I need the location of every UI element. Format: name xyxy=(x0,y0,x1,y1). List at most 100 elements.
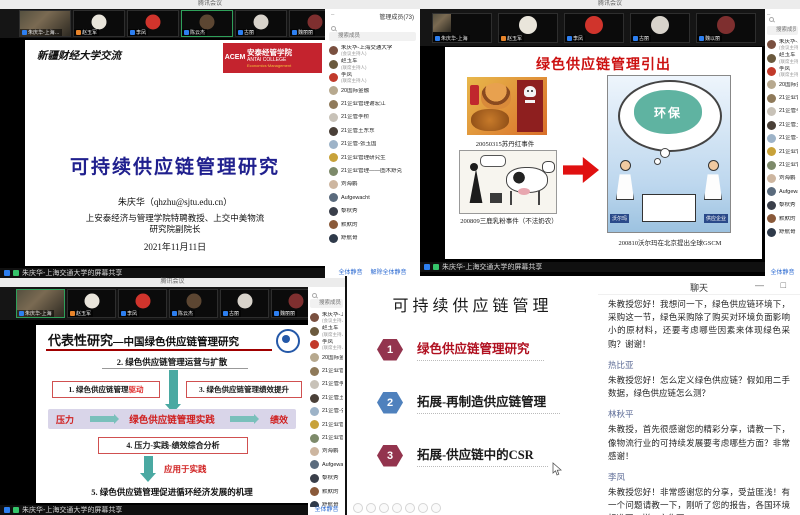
maximize-icon[interactable]: □ xyxy=(781,280,786,290)
participant-thumbnail[interactable]: 古丽 xyxy=(235,10,287,37)
member-row[interactable]: 21企管-张玉国 xyxy=(325,138,420,151)
member-row[interactable]: 21企业管理——图木舒克 xyxy=(765,159,800,172)
slide-green-scm-intro: 绿色供应链管理引出 20050315苏丹红事件 xyxy=(445,47,762,259)
mute-all-button[interactable]: 全体静音 xyxy=(338,267,362,276)
member-row[interactable]: 21企业管理——图木舒克 xyxy=(308,432,345,445)
member-row[interactable]: 朱庆华-上海交通大学(会议主持人) xyxy=(325,44,420,57)
member-row[interactable]: 李凤(联席主持人) xyxy=(765,65,800,78)
member-row[interactable]: 朱庆华-上海交通大学(会议主持人) xyxy=(765,38,800,51)
participant-thumbnail[interactable]: 赵玉军 xyxy=(498,13,558,43)
member-row[interactable]: 21企业管理研究生 xyxy=(308,418,345,431)
connector-arrow xyxy=(90,416,114,422)
member-avatar xyxy=(310,474,319,483)
member-row[interactable]: 20国际金融 xyxy=(765,78,800,91)
member-row[interactable]: 刘海鹏 xyxy=(308,445,345,458)
window-title: 腾讯会议 xyxy=(198,1,222,7)
member-row[interactable]: 李凤(联席主持人) xyxy=(325,71,420,84)
member-row[interactable]: 默默的 xyxy=(308,485,345,498)
window-titlebar[interactable]: 腾讯会议 xyxy=(0,0,420,9)
member-row[interactable]: 赵玉军(联席主持人) xyxy=(325,57,420,70)
participant-thumbnail[interactable]: 陈云杰 xyxy=(181,10,233,37)
collapse-icon[interactable]: – xyxy=(331,12,334,18)
member-row[interactable]: 21企业管理谢宏江 xyxy=(765,92,800,105)
participant-thumbnail[interactable]: 李凤 xyxy=(118,289,167,318)
member-row[interactable]: 21企管王东东 xyxy=(765,118,800,131)
member-row[interactable]: 赵玉军(联席主持人) xyxy=(765,51,800,64)
hexagon-number-badge: 2 xyxy=(377,392,403,414)
toolbar-tool-button[interactable] xyxy=(392,503,402,513)
member-row[interactable]: 21企管李桥 xyxy=(308,378,345,391)
member-row[interactable]: 黎秋秀 xyxy=(765,199,800,212)
member-row[interactable]: 赵玉军(联席主持人) xyxy=(308,324,345,337)
participant-thumbnail[interactable]: 李凤 xyxy=(127,10,179,37)
participant-thumbnail[interactable]: 李凤 xyxy=(564,13,624,43)
member-row[interactable]: 21企管李桥 xyxy=(325,111,420,124)
avatar xyxy=(254,14,269,29)
member-row[interactable]: 刘海鹏 xyxy=(765,172,800,185)
member-row[interactable]: Aufgewacht xyxy=(308,458,345,471)
participant-name: 李凤 xyxy=(573,35,583,42)
toolbar-tool-button[interactable] xyxy=(366,503,376,513)
member-row[interactable]: Aufgewacht xyxy=(765,185,800,198)
agenda-title: 可持续供应链管理 xyxy=(347,292,598,316)
member-row[interactable]: 21企管王东东 xyxy=(325,124,420,137)
toolbar-tool-button[interactable] xyxy=(431,503,441,513)
member-row[interactable]: 默默的 xyxy=(765,212,800,225)
member-row[interactable]: Aufgewacht xyxy=(325,191,420,204)
author-line: 朱庆华（qhzhu@sjtu.edu.cn） xyxy=(25,195,325,208)
participant-name: 古丽 xyxy=(639,35,649,42)
member-row[interactable]: 李凤(联席主持人) xyxy=(308,338,345,351)
label-supplier: 供应企业 xyxy=(704,214,728,223)
participant-thumbnail[interactable]: 朱庆华-上海 xyxy=(432,13,492,43)
window-titlebar[interactable]: 腾讯会议 xyxy=(0,278,345,287)
participant-thumbnail[interactable]: 古丽 xyxy=(220,289,269,318)
participant-thumbnail[interactable]: 赵玉军 xyxy=(73,10,125,37)
member-name: 21企业管理谢宏江 xyxy=(779,95,798,102)
member-avatar xyxy=(329,153,338,162)
toolbar-tool-button[interactable] xyxy=(379,503,389,513)
member-name: 黎秋秀 xyxy=(779,202,796,209)
participant-thumbnail[interactable]: 陈云杰 xyxy=(169,289,218,318)
member-search xyxy=(329,24,416,42)
participant-thumbnail[interactable]: 朱庆华-上海 xyxy=(16,289,65,318)
slide-title: 代表性研究—中国绿色供应链管理研究 xyxy=(48,330,239,350)
member-row[interactable]: 21企业管理研究生 xyxy=(765,145,800,158)
member-row[interactable]: 朱庆华-上海交通大学(会议主持人) xyxy=(308,311,345,324)
agenda-slide-window: 可持续供应链管理 1 绿色供应链管理研究 2 拓展-再制造供应链管理 3 拓展-… xyxy=(345,276,598,515)
participant-thumbnail[interactable]: 赵玉军 xyxy=(67,289,116,318)
member-row[interactable]: 黎秋秀 xyxy=(325,205,420,218)
search-input[interactable] xyxy=(310,299,343,308)
participant-thumbnail[interactable]: 朱庆华-上海… xyxy=(19,10,71,37)
member-row[interactable]: 21企业管理谢宏江 xyxy=(308,365,345,378)
search-input[interactable] xyxy=(329,32,416,41)
minimize-icon[interactable]: — xyxy=(755,280,764,290)
toolbar-tool-button[interactable] xyxy=(405,503,415,513)
window-titlebar[interactable]: 腾讯会议 xyxy=(420,0,800,9)
member-row[interactable]: 21企管-张玉国 xyxy=(308,405,345,418)
member-row[interactable]: 21企管-张玉国 xyxy=(765,132,800,145)
member-row[interactable]: 刘海鹏 xyxy=(325,178,420,191)
search-input[interactable] xyxy=(767,26,798,35)
member-row[interactable]: 21企管李桥 xyxy=(765,105,800,118)
member-row[interactable]: 21企管王东东 xyxy=(308,391,345,404)
share-banner-text: 朱庆华-上海交通大学的屏幕共享 xyxy=(22,268,122,278)
member-row[interactable]: 21企业管理——图木舒克 xyxy=(325,165,420,178)
member-row[interactable]: 黎秋秀 xyxy=(308,472,345,485)
search-icon xyxy=(312,293,317,298)
member-row[interactable]: 20国际金融 xyxy=(308,351,345,364)
member-row[interactable]: 舒航哥 xyxy=(325,231,420,244)
member-row[interactable]: 默默的 xyxy=(325,218,420,231)
toolbar-tool-button[interactable] xyxy=(418,503,428,513)
participant-thumbnail[interactable]: 古丽 xyxy=(630,13,690,43)
member-row[interactable]: 21企业管理研究生 xyxy=(325,151,420,164)
member-name: 20国际金融 xyxy=(322,355,343,362)
member-avatar xyxy=(329,140,338,149)
participant-thumbnail[interactable]: 魏以丽 xyxy=(696,13,756,43)
member-row[interactable]: 舒航哥 xyxy=(765,225,800,238)
member-row[interactable]: 21企业管理谢宏江 xyxy=(325,98,420,111)
mute-all-button[interactable]: 全体静音 xyxy=(314,504,338,513)
member-row[interactable]: 20国际金融 xyxy=(325,84,420,97)
unmute-all-button[interactable]: 解除全体静音 xyxy=(371,267,407,276)
mute-all-button[interactable]: 全体静音 xyxy=(770,267,794,276)
toolbar-tool-button[interactable] xyxy=(353,503,363,513)
